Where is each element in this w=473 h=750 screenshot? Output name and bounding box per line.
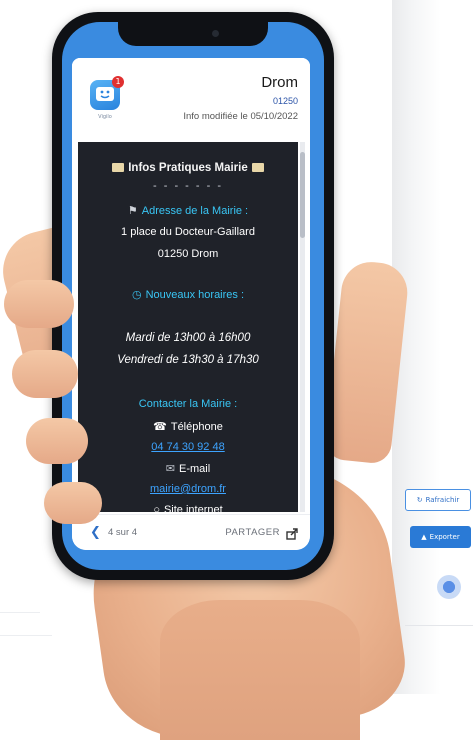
background-app-panel <box>392 0 473 694</box>
email-link[interactable]: mairie@drom.fr <box>78 483 298 495</box>
mail-icon: ✉ <box>165 463 176 475</box>
pager: 4 sur 4 <box>108 527 138 538</box>
hand-finger <box>44 482 102 524</box>
divider <box>0 612 40 613</box>
notification-badge: 1 <box>112 76 124 88</box>
town-name: Drom <box>261 74 298 91</box>
refresh-button[interactable]: ↻ Rafraichir <box>405 489 471 511</box>
separator: - - - - - - - <box>153 180 223 192</box>
contact-heading: Contacter la Mairie : <box>138 398 238 410</box>
divider <box>405 625 473 626</box>
globe-icon: ○ <box>153 504 160 512</box>
book-icon <box>112 163 125 172</box>
pin-icon: ⚑ <box>127 205 138 217</box>
hand-finger <box>4 280 74 328</box>
address-heading: ⚑ Adresse de la Mairie : <box>127 205 249 217</box>
info-footer: ❮ 4 sur 4 PARTAGER <box>72 514 310 550</box>
phone-label: ☎ Téléphone <box>153 421 223 433</box>
share-icon[interactable] <box>286 525 298 544</box>
website-label: ○ Site internet <box>78 504 298 512</box>
phone-link[interactable]: 04 74 30 92 48 <box>78 441 298 453</box>
clock-icon: ◷ <box>131 289 142 301</box>
hours-line: Vendredi de 13h30 à 17h30 <box>117 354 259 366</box>
phone-notch <box>118 22 268 46</box>
hours-heading: ◷ Nouveaux horaires : <box>131 289 245 301</box>
hours-line: Mardi de 13h00 à 16h00 <box>125 332 251 344</box>
address-line: 01250 Drom <box>157 248 219 260</box>
hand-finger <box>12 350 78 398</box>
email-label: ✉ E-mail <box>165 463 211 475</box>
postal-code: 01250 <box>272 96 298 106</box>
loading-indicator <box>437 575 461 599</box>
hand-wrist <box>160 600 360 740</box>
share-button[interactable]: PARTAGER <box>225 527 280 538</box>
info-content[interactable]: Infos Pratiques Mairie - - - - - - - ⚑ Ad… <box>78 142 298 512</box>
address-line: 1 place du Docteur-Gaillard <box>121 226 255 238</box>
refresh-icon: ↻ <box>416 496 423 504</box>
camera <box>212 30 219 37</box>
book-icon <box>251 163 264 172</box>
info-header: 1 Vigilo Drom 01250 Info modifiée le 05/… <box>72 58 310 140</box>
divider <box>0 635 52 636</box>
hand-finger <box>26 418 88 464</box>
modified-date: Info modifiée le 05/10/2022 <box>183 111 298 122</box>
content-title: Infos Pratiques Mairie <box>78 162 298 174</box>
refresh-label: Rafraichir <box>425 496 460 504</box>
phone-icon: ☎ <box>153 421 167 433</box>
app-name: Vigilo <box>98 114 112 120</box>
export-button[interactable]: ▲ Exporter <box>410 526 471 548</box>
phone-screen: 1 Vigilo Drom 01250 Info modifiée le 05/… <box>72 58 310 550</box>
upload-icon: ▲ <box>421 533 427 541</box>
export-label: Exporter <box>429 533 460 541</box>
scrollbar-thumb[interactable] <box>300 152 305 238</box>
chevron-left-icon[interactable]: ❮ <box>90 525 101 540</box>
